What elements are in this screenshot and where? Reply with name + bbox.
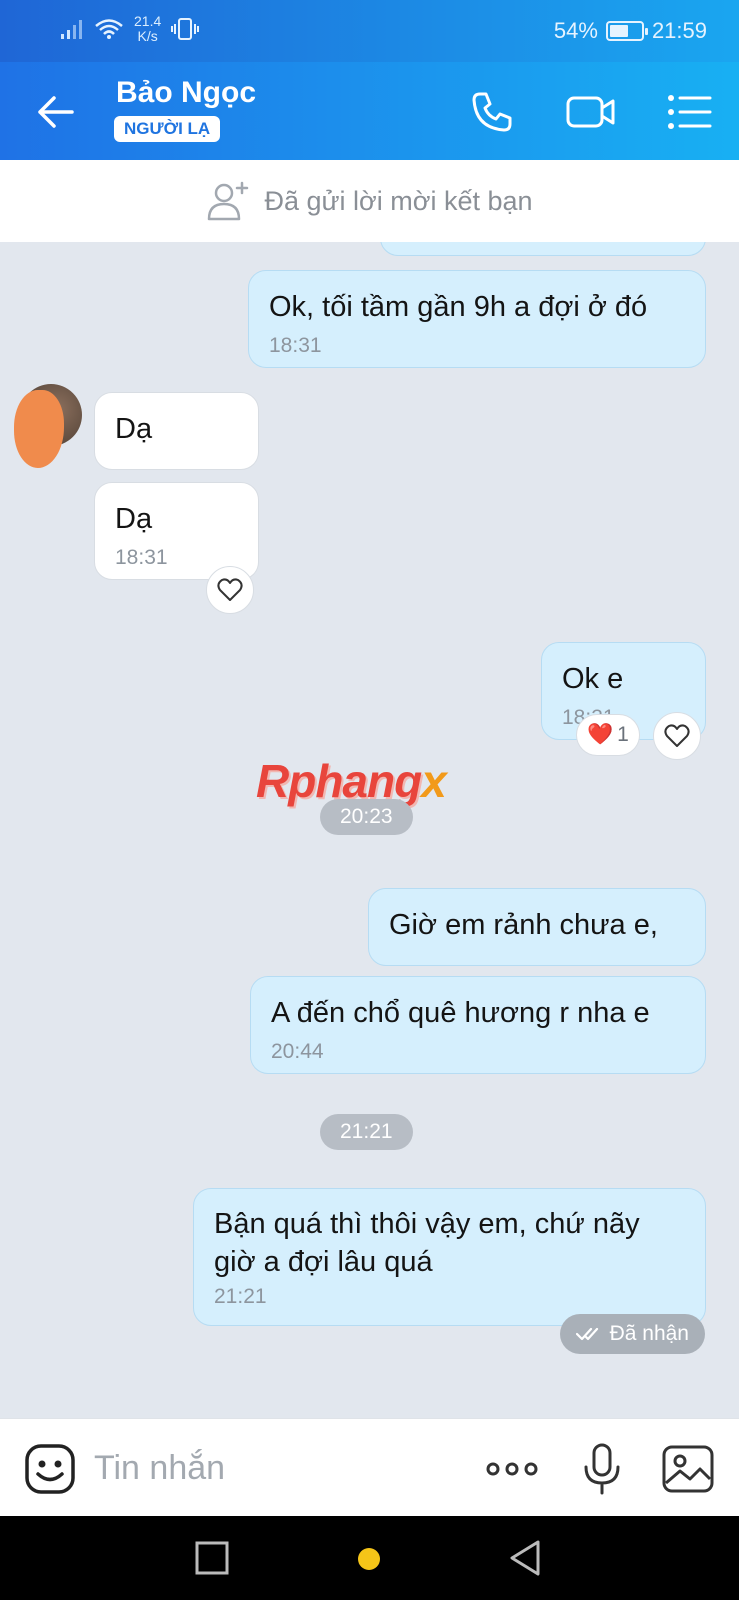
like-button[interactable]: [653, 712, 701, 760]
time-separator: 20:23: [320, 799, 413, 835]
stranger-badge: NGƯỜI LẠ: [114, 116, 221, 142]
delivery-status: Đã nhận: [559, 1314, 705, 1354]
watermark-suffix: x: [421, 755, 447, 807]
system-nav-bar: [0, 1516, 739, 1600]
message-time: 18:31: [115, 546, 168, 569]
heart-icon: [664, 724, 690, 747]
clock: 21:59: [651, 18, 707, 43]
arrow-left-icon[interactable]: [34, 90, 78, 134]
message-text: Giờ em rảnh chưa e,: [389, 909, 658, 941]
contact-name[interactable]: Bảo Ngọc: [116, 76, 256, 110]
message-text: Dạ: [115, 413, 153, 445]
battery-percent: 54%: [553, 18, 598, 43]
list-menu-icon[interactable]: [664, 86, 716, 138]
message-text: Bận quá thì thôi vậy em, chứ nãy giờ a đ…: [214, 1208, 640, 1278]
network-speed-unit: K/s: [137, 28, 158, 44]
status-right: 54% 21:59: [554, 18, 707, 44]
friend-request-text: Đã gửi lời mời kết bạn: [264, 185, 533, 216]
reaction-count: 1: [617, 723, 629, 746]
add-user-icon[interactable]: [206, 179, 252, 223]
time-separator: 21:21: [320, 1114, 413, 1150]
message-bubble-partial[interactable]: [380, 242, 706, 256]
status-bar: 21.4 K/s 54% 21:59: [0, 0, 739, 62]
signal-icon: [61, 20, 82, 39]
emoji-icon[interactable]: [24, 1443, 76, 1495]
phone-icon[interactable]: [466, 86, 518, 138]
message-text: Dạ: [115, 503, 153, 535]
battery-level: [609, 25, 629, 37]
message-bubble-outgoing[interactable]: Bận quá thì thôi vậy em, chứ nãy giờ a đ…: [193, 1188, 706, 1326]
status-left: 21.4 K/s: [60, 14, 200, 44]
message-bubble-incoming[interactable]: Dạ: [94, 392, 259, 470]
more-dots-icon[interactable]: [484, 1441, 540, 1497]
double-check-icon: [575, 1327, 598, 1341]
back-nav-icon[interactable]: [506, 1538, 546, 1578]
chat-header: Bảo Ngọc NGƯỜI LẠ: [0, 62, 739, 160]
message-bubble-outgoing[interactable]: A đến chổ quê hương r nha e 20:44: [250, 976, 706, 1074]
home-button-icon[interactable]: [358, 1548, 380, 1570]
message-bubble-incoming[interactable]: Dạ 18:31: [94, 482, 259, 580]
friend-request-bar: Đã gửi lời mời kết bạn: [0, 160, 739, 242]
message-bubble-outgoing[interactable]: Ok, tối tầm gần 9h a đợi ở đó 18:31: [248, 270, 706, 368]
avatar[interactable]: [14, 384, 82, 468]
vibrate-icon: [171, 18, 200, 40]
message-time: 21:21: [214, 1285, 267, 1308]
video-camera-icon[interactable]: [565, 86, 617, 138]
message-time: 18:31: [269, 334, 322, 357]
message-bubble-outgoing[interactable]: Giờ em rảnh chưa e,: [368, 888, 706, 966]
message-text: A đến chổ quê hương r nha e: [271, 997, 650, 1029]
avatar-redaction: [14, 390, 64, 468]
message-text: Ok e: [562, 663, 624, 695]
battery-icon: [605, 21, 648, 41]
chat-area[interactable]: Ok, tối tầm gần 9h a đợi ở đó 18:31 Dạ D…: [0, 242, 739, 1418]
microphone-icon[interactable]: [574, 1441, 630, 1497]
recent-apps-icon[interactable]: [192, 1538, 232, 1578]
network-speed-value: 21.4: [134, 13, 162, 29]
image-icon[interactable]: [660, 1441, 716, 1497]
network-speed: 21.4 K/s: [134, 14, 161, 44]
reaction-emoji: ❤️: [587, 723, 614, 746]
heart-icon: [217, 578, 243, 601]
like-button[interactable]: [206, 566, 254, 614]
message-text: Ok, tối tầm gần 9h a đợi ở đó: [269, 291, 648, 323]
message-input[interactable]: [94, 1445, 434, 1491]
wifi-icon: [95, 19, 123, 39]
message-time: 20:44: [271, 1040, 324, 1063]
reaction-badge[interactable]: ❤️ 1: [576, 714, 640, 756]
composer-bar: [0, 1418, 739, 1516]
delivery-status-text: Đã nhận: [609, 1322, 689, 1345]
